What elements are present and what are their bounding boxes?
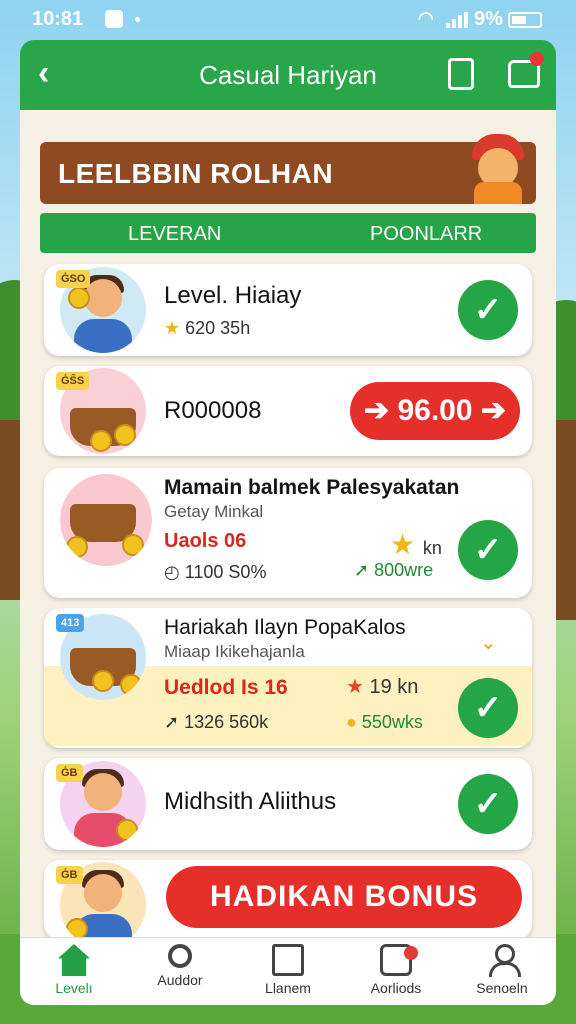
- check-button[interactable]: ✓: [458, 520, 518, 580]
- row-title: R000008: [164, 397, 262, 424]
- list-item[interactable]: ĠŜS R000008 ➔ 96.00 ➔: [44, 366, 532, 456]
- wifi-icon: ◠: [418, 8, 434, 28]
- check-button[interactable]: ✓: [458, 678, 518, 738]
- user-icon: [486, 944, 521, 977]
- nav-item-messages[interactable]: Aorliods: [346, 944, 446, 996]
- reward-button[interactable]: ➔ 96.00 ➔: [350, 382, 520, 440]
- battery-percent: 9%: [474, 8, 503, 30]
- app-bar: ‹ Casual Hariyan: [20, 40, 556, 110]
- signal-icon: [446, 12, 468, 28]
- arrow-icon: ➚: [164, 712, 185, 732]
- nav-label: Llanem: [265, 980, 311, 996]
- row-meta: ➚ 1326 560k: [164, 712, 269, 732]
- share-icon[interactable]: [448, 58, 474, 90]
- row-meta: ★ 620 35h: [164, 318, 251, 338]
- battery-icon: [508, 12, 542, 28]
- status-dot-icon: [135, 17, 140, 22]
- row-label: Uedlod Is 16: [164, 676, 288, 699]
- status-bar: 10:81 ◠ 9%: [0, 0, 576, 40]
- clock-icon: ◴: [164, 562, 185, 582]
- list-item[interactable]: Mamain balmek Palesyakatan Getay Minkal …: [44, 468, 532, 598]
- mascot-image: [464, 130, 528, 204]
- nav-item-search[interactable]: Auddor: [130, 944, 230, 988]
- banner: LEELBBIN ROLHAN: [40, 134, 536, 204]
- star-icon: ★: [390, 529, 423, 560]
- nav-label: Levelı: [55, 980, 93, 996]
- check-button[interactable]: ✓: [458, 280, 518, 340]
- row-title: Hariakah Ilayn PopaKalos: [164, 616, 406, 639]
- row-title: Mamain balmek Palesyakatan: [164, 476, 460, 499]
- bottom-nav: Levelı Auddor Llanem Aorliods Senoeln: [20, 937, 556, 1005]
- main-panel: ‹ Casual Hariyan LEELBBIN ROLHAN LEVERAN…: [20, 40, 556, 1005]
- list-item[interactable]: 413 Hariakah Ilayn PopaKalos Miaap Ikike…: [44, 608, 532, 748]
- avatar: [60, 474, 152, 566]
- list-item[interactable]: ĠB HADIKAN BONUS: [44, 860, 532, 948]
- search-icon: [168, 944, 192, 968]
- status-time: 10:81: [32, 8, 84, 30]
- row-label: Uaols 06: [164, 530, 247, 552]
- tab-leveran[interactable]: LEVERAN: [128, 223, 221, 246]
- row-meta: ◴ 1100 S0%: [164, 562, 267, 582]
- coin-icon: ●: [346, 712, 362, 732]
- message-badge: [404, 946, 418, 960]
- star-icon: ★: [164, 318, 186, 338]
- tab-bar: LEVERAN POONLARR: [40, 213, 536, 253]
- nav-label: Aorliods: [370, 980, 422, 996]
- row-tag: ĠŜS: [56, 372, 90, 390]
- row-tag: 413: [56, 614, 85, 632]
- nav-label: Auddor: [157, 972, 203, 988]
- row-right-bottom: ● 550wks: [346, 712, 423, 732]
- nav-label: Senoeln: [476, 980, 528, 996]
- tab-poonlarr[interactable]: POONLARR: [370, 223, 482, 246]
- claim-bonus-button[interactable]: HADIKAN BONUS: [166, 866, 522, 928]
- page-title: Casual Hariyan: [199, 60, 377, 90]
- home-icon: [58, 944, 90, 976]
- nav-item-level[interactable]: Levelı: [24, 944, 124, 996]
- nav-item-edit[interactable]: Llanem: [238, 944, 338, 996]
- star-icon: ★: [346, 676, 370, 698]
- chevron-down-icon[interactable]: ⌄: [480, 630, 497, 655]
- edit-icon: [272, 944, 304, 976]
- nav-item-profile[interactable]: Senoeln: [452, 944, 552, 996]
- notification-badge: [530, 52, 544, 66]
- list-item[interactable]: ĠB Midhsith Aliithus ✓: [44, 758, 532, 850]
- row-tag: ĠB: [56, 866, 83, 884]
- row-right-top: ★ kn: [390, 529, 442, 560]
- row-title: Midhsith Aliithus: [164, 788, 337, 815]
- notification-icon: [105, 10, 123, 28]
- list-item[interactable]: ĠSO Level. Hiaiay ★ 620 35h ✓: [44, 264, 532, 356]
- row-tag: ĠB: [56, 764, 83, 782]
- row-subtitle: Miaap Ikikehajanla: [164, 642, 305, 661]
- arrow-icon: ➚: [354, 560, 375, 580]
- row-title: Level. Hiaiay: [164, 282, 302, 309]
- row-right-bottom: ➚ 800wre: [354, 560, 434, 580]
- row-tag: ĠSO: [56, 270, 91, 288]
- check-button[interactable]: ✓: [458, 774, 518, 834]
- row-right-top: ★ 19 kn: [346, 676, 419, 698]
- banner-title: LEELBBIN ROLHAN: [58, 158, 334, 189]
- row-subtitle: Getay Minkal: [164, 502, 264, 521]
